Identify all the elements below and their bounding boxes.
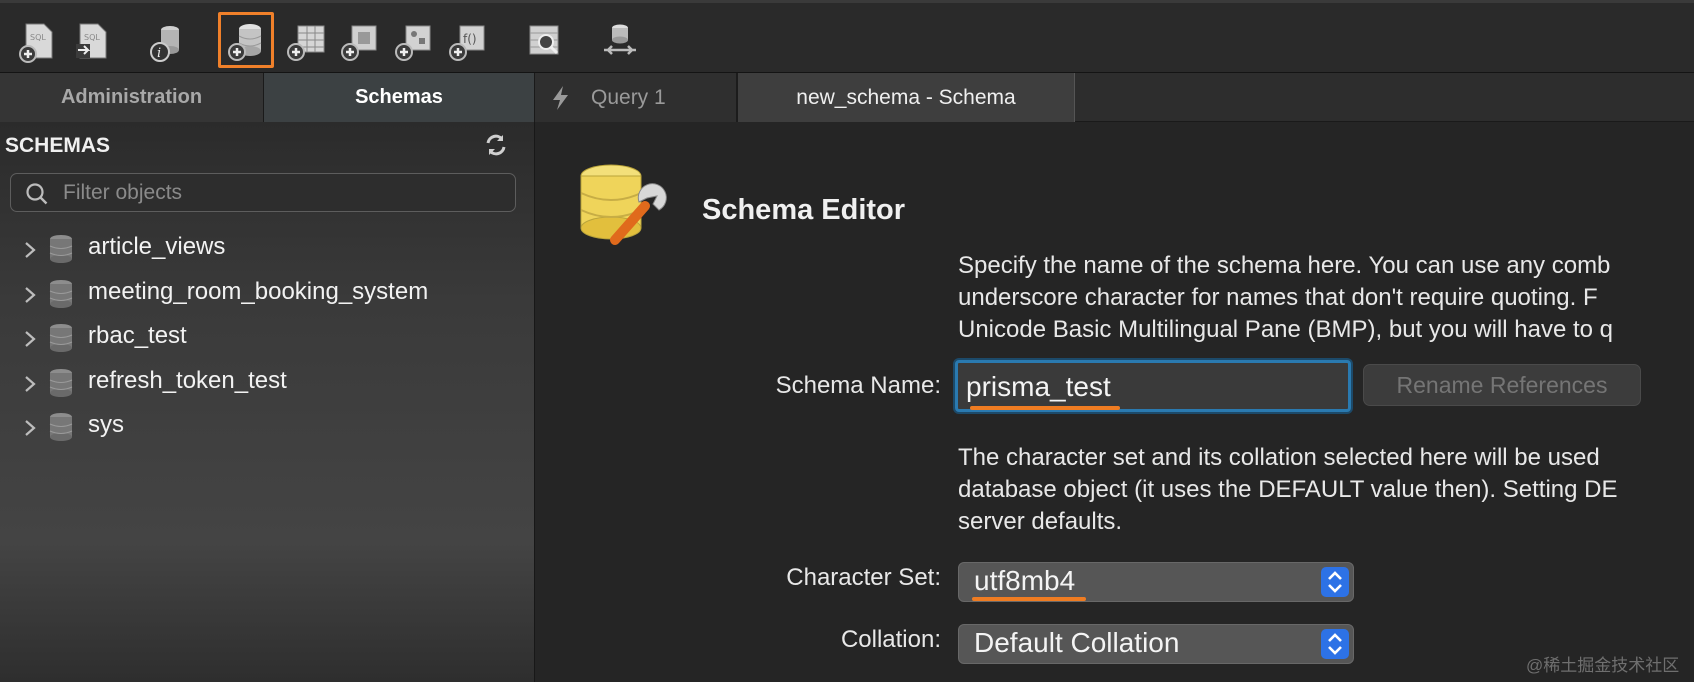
schema-item-meeting-room-booking-system[interactable]: meeting_room_booking_system: [0, 273, 535, 317]
create-view-button[interactable]: [332, 12, 388, 68]
select-stepper-icon: [1321, 629, 1349, 659]
schema-name-help: Specify the name of the schema here. You…: [958, 250, 1613, 346]
create-schema-button[interactable]: [218, 12, 274, 68]
schema-editor: Schema Editor Specify the name of the sc…: [535, 122, 1694, 682]
create-view-icon: [341, 25, 377, 61]
schema-item-sys[interactable]: sys: [0, 406, 535, 450]
svg-text:f(): f(): [463, 32, 477, 46]
search-table-data-button[interactable]: [516, 12, 572, 68]
create-function-button[interactable]: f(): [440, 12, 496, 68]
database-icon: [49, 280, 73, 308]
help-line: database object (it uses the DEFAULT val…: [958, 476, 1618, 503]
new-sql-tab-button[interactable]: SQL: [10, 12, 66, 68]
schema-editor-title: Schema Editor: [702, 194, 906, 226]
refresh-schemas-button[interactable]: [483, 132, 509, 158]
search-table-data-icon: [529, 25, 559, 55]
svg-text:SQL: SQL: [30, 33, 46, 42]
character-set-label: Character Set:: [786, 564, 941, 591]
select-stepper-icon: [1321, 567, 1349, 597]
svg-text:SQL: SQL: [84, 33, 100, 42]
character-set-select[interactable]: utf8mb4: [958, 562, 1354, 602]
filter-objects-search[interactable]: [10, 173, 516, 212]
schema-item-article-views[interactable]: article_views: [0, 228, 535, 272]
create-table-icon: [287, 25, 325, 61]
tab-label: new_schema - Schema: [796, 85, 1016, 109]
schema-editor-icon: [580, 164, 667, 245]
refresh-icon: [486, 134, 506, 156]
chevron-right-icon[interactable]: [22, 374, 38, 394]
help-line: server defaults.: [958, 508, 1123, 535]
schema-item-rbac-test[interactable]: rbac_test: [0, 317, 535, 361]
schema-name: rbac_test: [88, 322, 187, 349]
database-icon: [49, 235, 73, 263]
collation-value: Default Collation: [974, 627, 1180, 658]
tab-administration[interactable]: Administration: [0, 73, 264, 122]
chevron-right-icon[interactable]: [22, 418, 38, 438]
charset-help: The character set and its collation sele…: [958, 442, 1617, 538]
character-set-value: utf8mb4: [974, 565, 1076, 596]
collation-select[interactable]: Default Collation: [958, 624, 1354, 664]
filter-objects-input[interactable]: [63, 179, 503, 207]
tab-label: Query 1: [591, 85, 666, 109]
open-sql-script-icon: SQL: [76, 23, 107, 59]
schema-name-input[interactable]: [966, 369, 1336, 405]
create-schema-icon: [228, 24, 262, 61]
help-line: Specify the name of the schema here. You…: [958, 252, 1611, 279]
help-line: The character set and its collation sele…: [958, 444, 1600, 471]
schema-name-field[interactable]: [955, 360, 1351, 412]
database-icon: [49, 369, 73, 397]
tab-new-schema[interactable]: new_schema - Schema: [737, 73, 1075, 122]
schema-name: sys: [88, 411, 124, 438]
server-info-icon: i: [150, 26, 179, 62]
create-function-icon: f(): [449, 25, 485, 61]
editor-tabs: Query 1 new_schema - Schema: [535, 73, 1694, 122]
rename-references-button[interactable]: Rename References: [1363, 364, 1641, 406]
help-line: underscore character for names that don'…: [958, 284, 1598, 311]
create-table-button[interactable]: [278, 12, 334, 68]
new-sql-tab-icon: SQL: [19, 23, 53, 63]
charset-highlight-underline: [972, 597, 1086, 601]
sidebar-tabs: Administration Schemas: [0, 73, 535, 122]
watermark: @稀土掘金技术社区: [1526, 656, 1680, 675]
reconnect-button[interactable]: [592, 12, 648, 68]
schemas-header: SCHEMAS: [5, 134, 111, 157]
schemas-sidebar: SCHEMAS article_views meeting_room_booki…: [0, 122, 535, 682]
lightning-icon: [553, 85, 568, 110]
name-highlight-underline: [970, 406, 1120, 410]
schema-item-refresh-token-test[interactable]: refresh_token_test: [0, 362, 535, 406]
search-icon: [26, 183, 48, 205]
chevron-right-icon[interactable]: [22, 240, 38, 260]
main-toolbar: SQL SQL i f(): [0, 0, 1694, 73]
chevron-right-icon[interactable]: [22, 329, 38, 349]
server-info-button[interactable]: i: [140, 12, 196, 68]
open-sql-script-button[interactable]: SQL: [64, 12, 120, 68]
create-procedure-button[interactable]: [386, 12, 442, 68]
schema-name-label: Schema Name:: [775, 372, 941, 399]
chevron-right-icon[interactable]: [22, 285, 38, 305]
schema-name: article_views: [88, 233, 226, 260]
collation-label: Collation:: [840, 626, 941, 653]
database-icon: [49, 324, 73, 352]
create-procedure-icon: [395, 25, 431, 61]
schema-tree: article_views meeting_room_booking_syste…: [0, 221, 535, 682]
schema-name: meeting_room_booking_system: [88, 278, 429, 305]
svg-text:i: i: [157, 46, 161, 61]
tab-query-1[interactable]: Query 1: [535, 73, 737, 122]
reconnect-icon: [604, 24, 636, 55]
tab-schemas[interactable]: Schemas: [264, 73, 535, 122]
schema-name: refresh_token_test: [88, 367, 287, 394]
help-line: Unicode Basic Multilingual Pane (BMP), b…: [958, 316, 1613, 343]
database-icon: [49, 413, 73, 441]
